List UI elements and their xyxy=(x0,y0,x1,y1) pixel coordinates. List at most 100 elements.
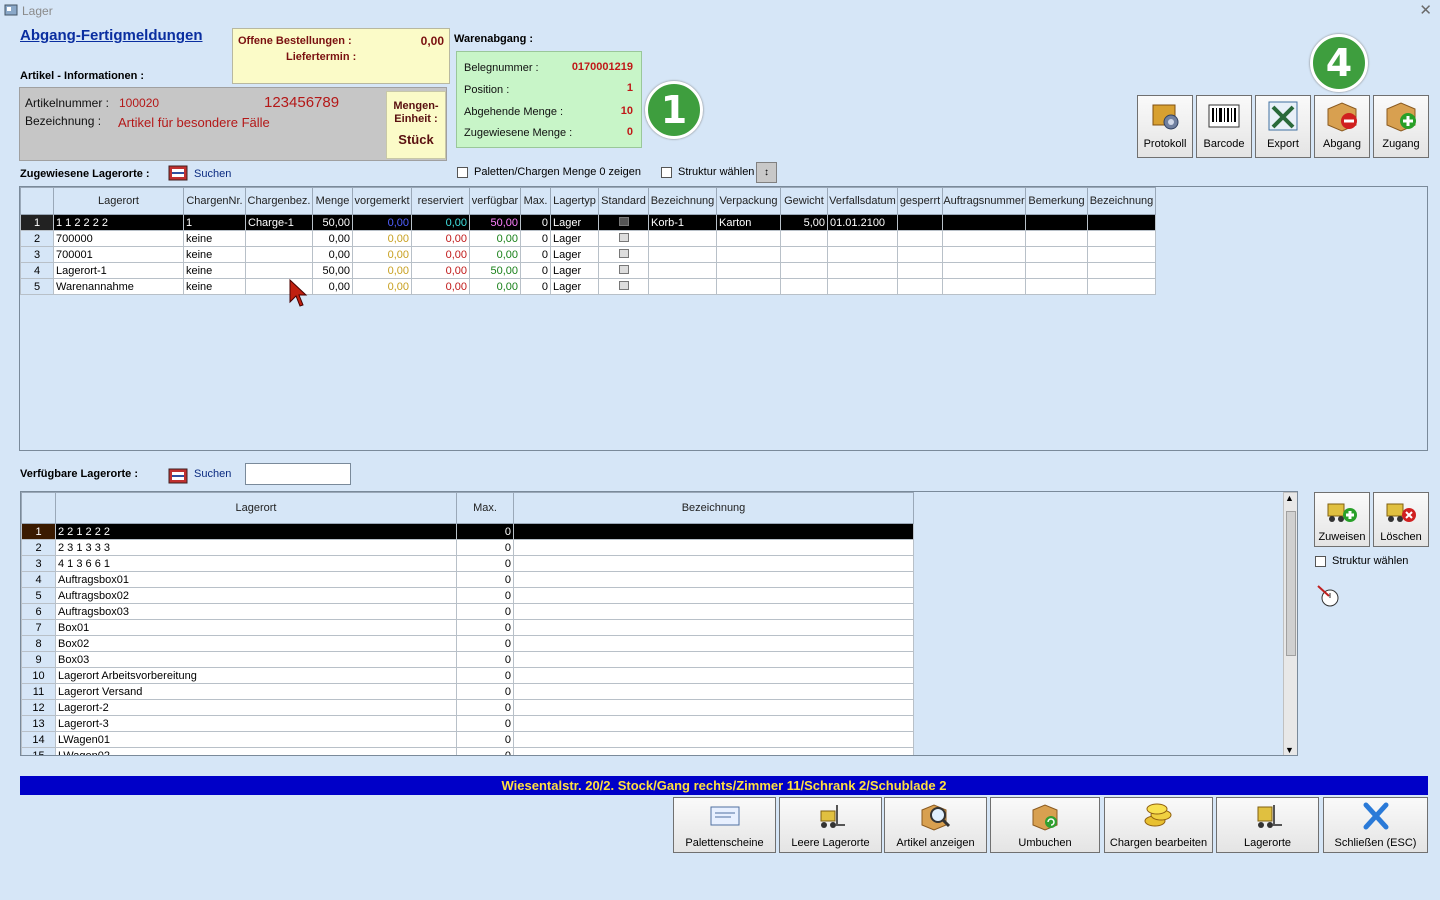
cell-bez[interactable] xyxy=(513,571,914,588)
cell-bez[interactable] xyxy=(513,699,914,716)
cell-max[interactable]: 0 xyxy=(520,230,551,247)
cell-lagerort[interactable]: Box02 xyxy=(55,635,457,652)
paletten-checkbox[interactable] xyxy=(457,167,468,178)
verfuegbar-search-input[interactable] xyxy=(245,463,351,485)
cell-lagerort[interactable]: Lagerort Arbeitsvorbereitung xyxy=(55,667,457,684)
cell-vorg[interactable]: 0,00 xyxy=(352,278,412,295)
cell-max[interactable]: 0 xyxy=(456,555,514,572)
cell-x3[interactable] xyxy=(1025,278,1088,295)
column-header[interactable]: verfügbar xyxy=(469,187,521,215)
cell-x4[interactable] xyxy=(1087,246,1156,263)
cell-res[interactable]: 0,00 xyxy=(411,230,470,247)
cell-x4[interactable] xyxy=(1087,262,1156,279)
cell-max[interactable]: 0 xyxy=(456,571,514,588)
column-header[interactable]: Bezeichnung xyxy=(648,187,717,215)
cell-max[interactable]: 0 xyxy=(456,539,514,556)
table-row[interactable]: 11 Lagerort Versand 0 xyxy=(21,683,914,700)
cell-gew[interactable] xyxy=(780,230,828,247)
cell-max[interactable]: 0 xyxy=(456,731,514,748)
cell-max[interactable]: 0 xyxy=(456,603,514,620)
cell-menge[interactable]: 0,00 xyxy=(312,278,353,295)
column-header[interactable]: Lagertyp xyxy=(550,187,599,215)
barcode-button[interactable]: Barcode xyxy=(1196,95,1252,158)
column-header[interactable]: Bezeichnung xyxy=(513,492,914,524)
cell-max[interactable]: 0 xyxy=(456,747,514,755)
zugewiesen-search-label[interactable]: Suchen xyxy=(194,168,231,180)
cell-charge[interactable]: keine xyxy=(183,230,246,247)
cell-typ[interactable]: Lager xyxy=(550,246,599,263)
cell-max[interactable]: 0 xyxy=(456,619,514,636)
cell-x2[interactable] xyxy=(942,230,1026,247)
cell-verf[interactable]: 50,00 xyxy=(469,214,521,231)
table-row[interactable]: 5 Auftragsbox02 0 xyxy=(21,587,914,604)
column-header[interactable]: Verpackung xyxy=(716,187,781,215)
lagerorte-button[interactable]: Lagerorte xyxy=(1216,797,1319,853)
cell-vorg[interactable]: 0,00 xyxy=(352,214,412,231)
column-header[interactable]: Chargenbez. xyxy=(245,187,313,215)
cell-menge[interactable]: 50,00 xyxy=(312,262,353,279)
zugang-button[interactable]: Zugang xyxy=(1373,95,1429,158)
table-row[interactable]: 2 700000 keine 0,00 0,00 0,00 0,00 0 Lager xyxy=(20,230,1156,247)
cell-lagerort[interactable]: Lagerort-2 xyxy=(55,699,457,716)
cell-bez[interactable] xyxy=(513,715,914,732)
cell-x4[interactable] xyxy=(1087,230,1156,247)
cell-max[interactable]: 0 xyxy=(520,278,551,295)
column-header[interactable]: Bezeichnung xyxy=(1087,187,1156,215)
cell-max[interactable]: 0 xyxy=(520,262,551,279)
cell-bez[interactable] xyxy=(513,587,914,604)
cell-bez[interactable]: Korb-1 xyxy=(648,214,717,231)
cell-bez[interactable] xyxy=(648,246,717,263)
column-header[interactable]: reserviert xyxy=(411,187,470,215)
export-button[interactable]: Export xyxy=(1255,95,1311,158)
standard-checkbox[interactable] xyxy=(618,248,629,258)
column-header[interactable]: Max. xyxy=(520,187,551,215)
cell-bez[interactable] xyxy=(513,523,914,540)
cell-charge[interactable]: keine xyxy=(183,262,246,279)
cell-bez[interactable] xyxy=(513,731,914,748)
cell-bez[interactable] xyxy=(648,230,717,247)
artikel-anzeigen-button[interactable]: Artikel anzeigen xyxy=(884,797,987,853)
cell-max[interactable]: 0 xyxy=(520,214,551,231)
column-header[interactable]: Standard xyxy=(598,187,649,215)
table-row[interactable]: 8 Box02 0 xyxy=(21,635,914,652)
search-icon[interactable] xyxy=(168,164,188,182)
cell-bez[interactable] xyxy=(513,603,914,620)
cell-lagerort[interactable]: Auftragsbox02 xyxy=(55,587,457,604)
column-header[interactable]: Lagerort xyxy=(55,492,457,524)
cell-x2[interactable] xyxy=(942,214,1026,231)
table-row[interactable]: 11 1 2 2 2 2 1 Charge-1 50,00 0,00 0,00 50,00 0… xyxy=(20,214,1156,231)
cell-x2[interactable] xyxy=(942,262,1026,279)
cell-x3[interactable] xyxy=(1025,246,1088,263)
chargen-bearbeiten-button[interactable]: Chargen bearbeiten xyxy=(1104,797,1213,853)
cell-x3[interactable] xyxy=(1025,214,1088,231)
cell-res[interactable]: 0,00 xyxy=(411,246,470,263)
table-row[interactable]: 22 3 1 3 3 30 xyxy=(21,539,914,556)
cell-vorg[interactable]: 0,00 xyxy=(352,262,412,279)
zuweisen-button[interactable]: Zuweisen xyxy=(1314,492,1370,547)
cell-vorg[interactable]: 0,00 xyxy=(352,246,412,263)
table-row[interactable]: 3 700001 keine 0,00 0,00 0,00 0,00 0 Lager xyxy=(20,246,1156,263)
struktur-checkbox-top[interactable] xyxy=(661,167,672,178)
cell-verfall[interactable] xyxy=(827,262,898,279)
cell-verp[interactable]: Karton xyxy=(716,214,781,231)
cell-lagerort[interactable]: Auftragsbox03 xyxy=(55,603,457,620)
column-header[interactable]: vorgemerkt xyxy=(352,187,412,215)
cell-verf[interactable]: 0,00 xyxy=(469,278,521,295)
cell-max[interactable]: 0 xyxy=(456,699,514,716)
cell-bez[interactable] xyxy=(513,747,914,755)
standard-checkbox-cell[interactable] xyxy=(598,246,649,263)
table-row[interactable]: 14 LWagen01 0 xyxy=(21,731,914,748)
table-row[interactable]: 4 Lagerort-1 keine 50,00 0,00 0,00 50,00 0 Lager xyxy=(20,262,1156,279)
cell-verf[interactable]: 0,00 xyxy=(469,230,521,247)
close-icon[interactable]: ✕ xyxy=(1419,1,1432,19)
cell-verfall[interactable] xyxy=(827,278,898,295)
cell-bez[interactable] xyxy=(648,262,717,279)
cell-lagerort[interactable]: 2 2 1 2 2 2 xyxy=(55,523,457,540)
cell-lagerort[interactable]: 700000 xyxy=(53,230,184,247)
standard-checkbox[interactable] xyxy=(618,216,629,226)
cell-menge[interactable]: 0,00 xyxy=(312,230,353,247)
loeschen-button[interactable]: Löschen xyxy=(1373,492,1429,547)
table-row[interactable]: 34 1 3 6 6 10 xyxy=(21,555,914,572)
cell-lagerort[interactable]: Lagerort-3 xyxy=(55,715,457,732)
cell-x1[interactable] xyxy=(897,246,943,263)
